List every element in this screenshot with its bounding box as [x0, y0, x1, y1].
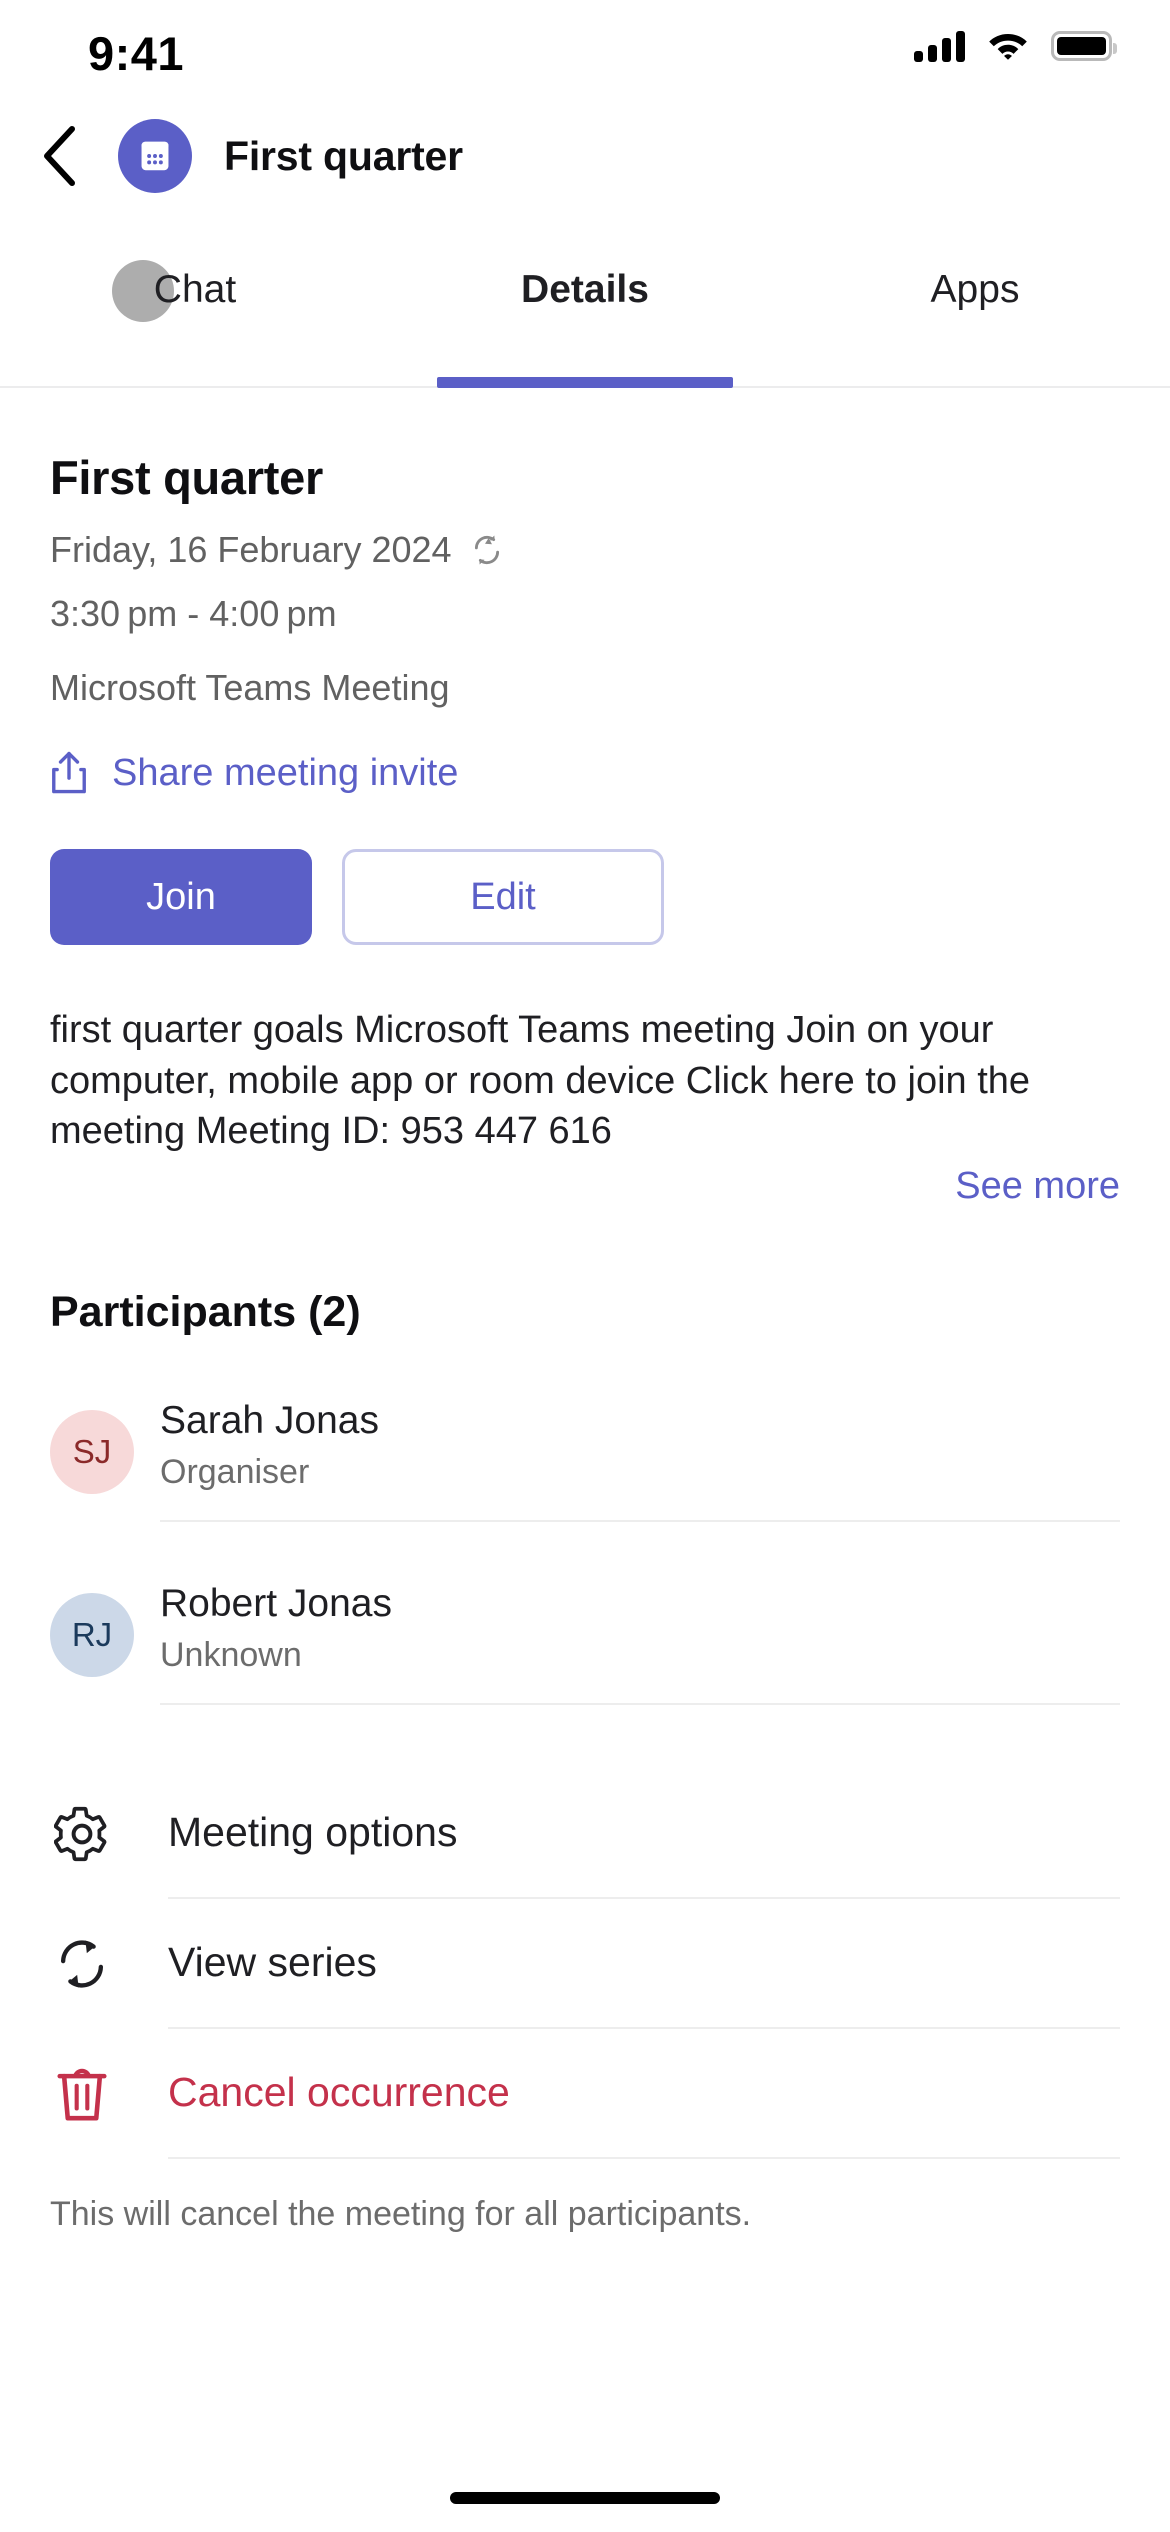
view-series-label: View series [168, 1939, 377, 1986]
tab-bar: Chat Details Apps [0, 212, 1170, 388]
tab-chat[interactable]: Chat [0, 212, 390, 386]
action-button-row: Join Edit [50, 849, 1120, 945]
avatar: RJ [50, 1593, 134, 1678]
share-meeting-invite-label: Share meeting invite [112, 751, 459, 794]
list-item[interactable]: SJ Sarah Jonas Organiser [50, 1361, 1120, 1544]
see-more-row: See more [50, 1165, 1120, 1208]
nav-header: First quarter [0, 100, 1170, 212]
meeting-date: Friday, 16 February 2024 [50, 529, 452, 570]
share-meeting-invite-button[interactable]: Share meeting invite [50, 751, 458, 795]
gear-icon [50, 1769, 114, 1899]
back-button[interactable] [22, 119, 96, 193]
meeting-type: Microsoft Teams Meeting [50, 667, 450, 708]
meeting-options-label: Meeting options [168, 1809, 458, 1856]
home-indicator[interactable] [450, 2492, 720, 2504]
meeting-title: First quarter [50, 451, 323, 504]
cancel-occurrence-row[interactable]: Cancel occurrence [50, 2029, 1120, 2159]
recurring-icon [474, 535, 499, 565]
tab-apps-label: Apps [930, 268, 1020, 311]
participants-heading: Participants (2) [50, 1287, 361, 1336]
trash-icon [50, 2029, 114, 2159]
meeting-description: first quarter goals Microsoft Teams meet… [50, 1009, 1031, 1153]
tab-details[interactable]: Details [390, 212, 780, 386]
meeting-time: 3:30 pm - 4:00 pm [50, 593, 337, 634]
avatar-initials: RJ [71, 1616, 113, 1654]
status-icons [914, 30, 1117, 62]
status-bar: 9:41 [0, 0, 1170, 100]
avatar: SJ [50, 1410, 134, 1495]
page-title: First quarter [224, 132, 463, 179]
status-time: 9:41 [88, 27, 185, 80]
details-content: First quarter Friday, 16 February 2024 3… [0, 388, 1170, 2234]
cancel-footnote: This will cancel the meeting for all par… [50, 2194, 752, 2233]
meeting-options-row[interactable]: Meeting options [50, 1769, 1120, 1899]
meeting-avatar [118, 119, 192, 193]
view-series-row[interactable]: View series [50, 1899, 1120, 2029]
avatar-initials: SJ [72, 1433, 112, 1471]
participants-list: SJ Sarah Jonas Organiser RJ Robert Jonas… [50, 1361, 1120, 1727]
wifi-icon [989, 34, 1027, 60]
see-more-link[interactable]: See more [955, 1165, 1120, 1208]
join-button[interactable]: Join [50, 849, 312, 945]
participant-role: Unknown [160, 1635, 302, 1674]
recurring-icon [50, 1899, 114, 2029]
battery-full-icon [1051, 31, 1117, 61]
participant-name: Sarah Jonas [160, 1398, 379, 1442]
cellular-signal-icon [914, 30, 965, 62]
participant-name: Robert Jonas [160, 1581, 392, 1625]
participant-role: Organiser [160, 1452, 310, 1491]
calendar-icon [141, 141, 169, 171]
edit-button[interactable]: Edit [342, 849, 664, 945]
phone-screen: 9:41 First quarter Chat Details Apps Fir… [0, 0, 1170, 2532]
share-icon [52, 751, 86, 794]
tab-chat-label: Chat [153, 268, 237, 311]
chevron-left-icon [44, 126, 75, 186]
tab-apps[interactable]: Apps [780, 212, 1170, 386]
actions-list: Meeting options View series Cancel occur… [50, 1769, 1120, 2159]
tab-details-label: Details [521, 268, 649, 311]
cancel-occurrence-label: Cancel occurrence [168, 2069, 510, 2116]
list-item[interactable]: RJ Robert Jonas Unknown [50, 1544, 1120, 1727]
meeting-date-row: Friday, 16 February 2024 [50, 529, 1120, 571]
